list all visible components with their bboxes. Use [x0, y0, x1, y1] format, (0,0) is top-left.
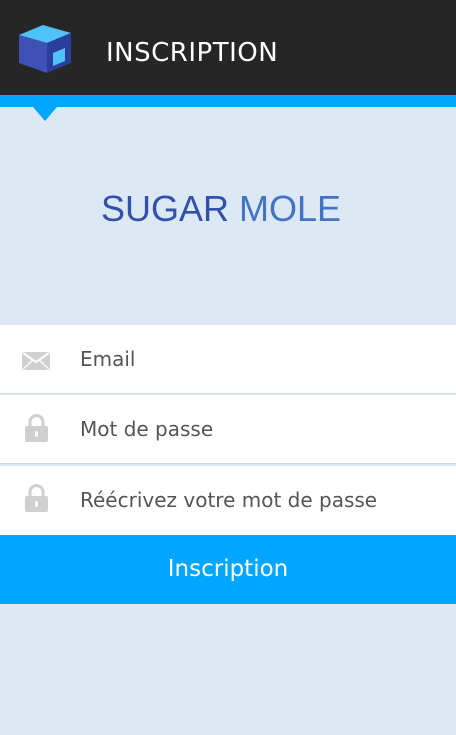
brand-title: SUGAR MOLE — [0, 186, 456, 232]
email-field[interactable]: Email — [0, 325, 456, 394]
inscription-button[interactable]: Inscription — [0, 535, 456, 604]
password-field[interactable]: Mot de passe — [0, 395, 456, 464]
brand-word-mole: MOLE — [239, 188, 342, 229]
top-bar: INSCRIPTION — [0, 0, 456, 95]
password-confirm-placeholder: Réécrivez votre mot de passe — [80, 488, 378, 512]
app-screen: INSCRIPTION SUGAR MOLE Email Mot de pass… — [0, 0, 456, 735]
cube-logo-icon — [19, 25, 71, 73]
accent-strip — [0, 95, 456, 107]
password-confirm-field[interactable]: Réécrivez votre mot de passe — [0, 466, 456, 535]
page-title: INSCRIPTION — [106, 38, 279, 68]
password-placeholder: Mot de passe — [80, 417, 214, 441]
lock-icon — [25, 414, 48, 442]
lock-icon — [25, 484, 48, 512]
email-placeholder: Email — [80, 347, 136, 371]
brand-word-sugar: SUGAR — [101, 188, 230, 229]
accent-pointer — [33, 107, 57, 121]
envelope-icon — [22, 352, 50, 370]
